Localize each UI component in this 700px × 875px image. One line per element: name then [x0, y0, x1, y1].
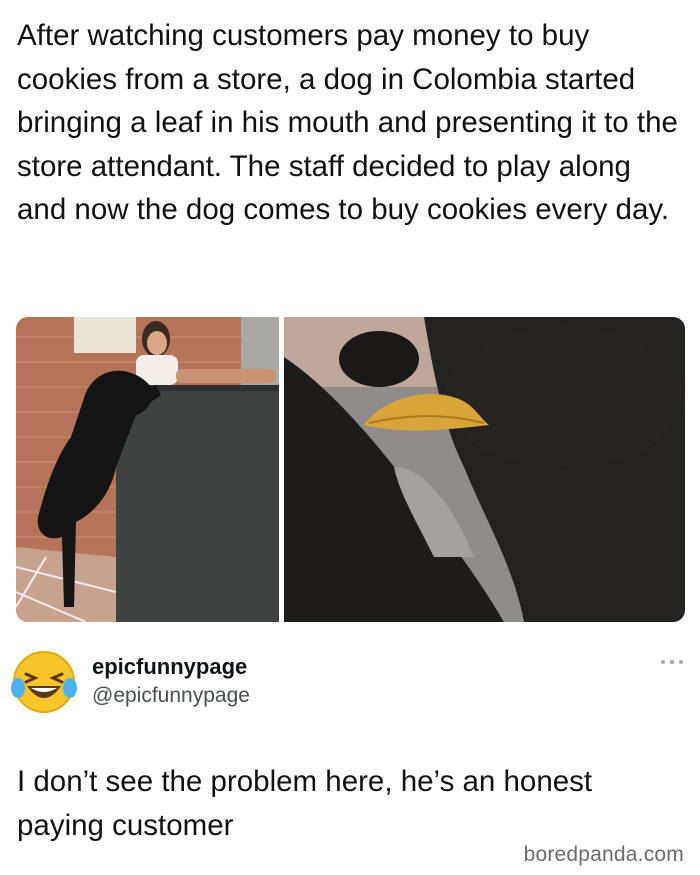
photo-grid — [16, 317, 685, 622]
photo-dog-with-leaf[interactable] — [284, 317, 685, 622]
more-dots-icon[interactable] — [658, 654, 686, 664]
post-text: After watching customers pay money to bu… — [17, 19, 678, 226]
watermark: boredpanda.com — [523, 843, 684, 866]
reply-author[interactable]: epicfunnypage @epicfunnypage — [10, 646, 690, 718]
dog-with-leaf-image — [284, 317, 685, 622]
photo-dog-at-counter[interactable] — [16, 317, 279, 622]
user-handle[interactable]: @epicfunnypage — [92, 684, 250, 708]
dog-at-counter-image — [16, 317, 279, 622]
display-name[interactable]: epicfunnypage — [92, 654, 247, 680]
reply-text: I don’t see the problem here, he’s an ho… — [17, 765, 593, 842]
laughing-crying-emoji-icon[interactable] — [10, 648, 78, 716]
